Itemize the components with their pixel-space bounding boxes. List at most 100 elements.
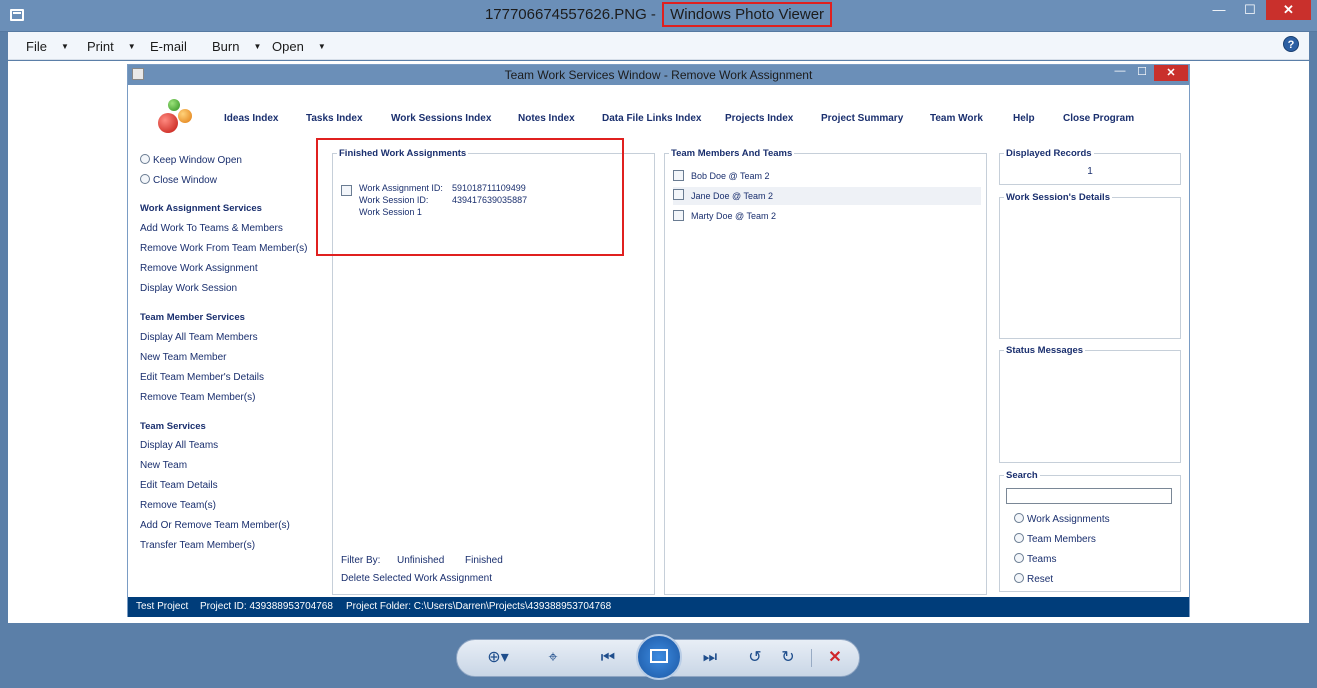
add-work-to-teams-link[interactable]: Add Work To Teams & Members bbox=[140, 223, 283, 234]
search-input[interactable] bbox=[1006, 488, 1172, 504]
add-or-remove-team-members-link[interactable]: Add Or Remove Team Member(s) bbox=[140, 520, 290, 531]
delete-selected-work-assignment-link[interactable]: Delete Selected Work Assignment bbox=[341, 573, 492, 584]
remove-work-assignment-link[interactable]: Remove Work Assignment bbox=[140, 263, 258, 274]
photo-viewer-toolbar: ⊕▾ ⌖ ⏮ ⏭ ↺ ↻ ✕ bbox=[0, 623, 1317, 688]
displayed-records-value: 1 bbox=[1087, 166, 1093, 177]
zoom-icon[interactable]: ⊕▾ bbox=[483, 646, 513, 670]
screen-icon bbox=[650, 649, 668, 663]
display-all-team-members-link[interactable]: Display All Team Members bbox=[140, 332, 258, 343]
remove-team-members-link[interactable]: Remove Team Member(s) bbox=[140, 392, 255, 403]
menu-open-label: Open bbox=[272, 39, 304, 54]
member-checkbox[interactable] bbox=[673, 189, 684, 200]
logo-red-ball bbox=[158, 113, 178, 133]
work-session-details-panel: Work Session's Details bbox=[999, 192, 1181, 339]
filter-unfinished-link[interactable]: Unfinished bbox=[397, 555, 444, 566]
chevron-down-icon: ▼ bbox=[253, 42, 262, 51]
member-row[interactable]: Marty Doe @ Team 2 bbox=[673, 208, 981, 226]
slideshow-icon[interactable] bbox=[636, 634, 682, 680]
menu-email-label: E-mail bbox=[150, 39, 187, 54]
close-button[interactable]: ✕ bbox=[1266, 0, 1311, 20]
app-minimize-button[interactable]: — bbox=[1112, 65, 1128, 81]
edit-team-details-link[interactable]: Edit Team Details bbox=[140, 480, 218, 491]
nav-ideas-index[interactable]: Ideas Index bbox=[224, 113, 278, 124]
nav-projects-index[interactable]: Projects Index bbox=[725, 113, 793, 124]
new-team-member-link[interactable]: New Team Member bbox=[140, 352, 227, 363]
actual-size-icon[interactable]: ⌖ bbox=[541, 646, 565, 670]
transfer-team-members-link[interactable]: Transfer Team Member(s) bbox=[140, 540, 255, 551]
status-messages-legend: Status Messages bbox=[1004, 345, 1086, 356]
logo-green-ball bbox=[168, 99, 180, 111]
nav-notes-index[interactable]: Notes Index bbox=[518, 113, 575, 124]
next-icon[interactable]: ⏭ bbox=[693, 646, 727, 670]
search-teams-radio[interactable]: Teams bbox=[1014, 553, 1056, 565]
delete-icon[interactable]: ✕ bbox=[823, 646, 847, 670]
remove-teams-link[interactable]: Remove Team(s) bbox=[140, 500, 216, 511]
team-member-services-heading: Team Member Services bbox=[140, 312, 245, 323]
member-checkbox[interactable] bbox=[673, 170, 684, 181]
menu-file-label: File bbox=[26, 39, 47, 54]
help-icon[interactable]: ? bbox=[1283, 36, 1299, 52]
radio-icon bbox=[1014, 573, 1024, 583]
nav-data-file-links-index[interactable]: Data File Links Index bbox=[602, 113, 701, 124]
close-window-label: Close Window bbox=[153, 175, 217, 186]
menu-open[interactable]: Open ▼ bbox=[272, 39, 326, 54]
team-work-window: Team Work Services Window - Remove Work … bbox=[127, 64, 1190, 617]
highlight-box bbox=[316, 138, 624, 256]
app-titlebar: Team Work Services Window - Remove Work … bbox=[128, 65, 1189, 85]
display-all-teams-link[interactable]: Display All Teams bbox=[140, 440, 218, 451]
search-work-assignments-radio[interactable]: Work Assignments bbox=[1014, 513, 1110, 525]
app-title: Team Work Services Window - Remove Work … bbox=[504, 68, 813, 82]
photo-viewer-menubar: File ▼ Print ▼ E-mail Burn ▼ Open ▼ ? bbox=[8, 32, 1309, 60]
search-reset-radio[interactable]: Reset bbox=[1014, 573, 1053, 585]
minimize-button[interactable]: — bbox=[1206, 0, 1232, 20]
rotate-counterclockwise-icon[interactable]: ↺ bbox=[744, 646, 766, 670]
nav-tasks-index[interactable]: Tasks Index bbox=[306, 113, 363, 124]
status-project-id: Project ID: 439388953704768 bbox=[200, 601, 333, 612]
close-window-radio[interactable]: Close Window bbox=[140, 174, 217, 186]
member-label: Bob Doe @ Team 2 bbox=[691, 171, 770, 181]
menu-print[interactable]: Print ▼ bbox=[87, 39, 136, 54]
logo-orange-ball bbox=[178, 109, 192, 123]
member-label: Marty Doe @ Team 2 bbox=[691, 211, 776, 221]
menu-print-label: Print bbox=[87, 39, 114, 54]
search-legend: Search bbox=[1004, 470, 1040, 481]
member-row[interactable]: Jane Doe @ Team 2 bbox=[673, 187, 981, 205]
title-separator: - bbox=[646, 6, 661, 23]
member-checkbox[interactable] bbox=[673, 210, 684, 221]
previous-icon[interactable]: ⏮ bbox=[591, 646, 625, 670]
search-team-members-radio[interactable]: Team Members bbox=[1014, 533, 1096, 545]
remove-work-from-team-member-link[interactable]: Remove Work From Team Member(s) bbox=[140, 243, 307, 254]
radio-icon bbox=[1014, 513, 1024, 523]
work-assignment-services-heading: Work Assignment Services bbox=[140, 203, 262, 214]
rotate-clockwise-icon[interactable]: ↻ bbox=[777, 646, 799, 670]
member-row[interactable]: Bob Doe @ Team 2 bbox=[673, 168, 981, 186]
display-work-session-link[interactable]: Display Work Session bbox=[140, 283, 237, 294]
keep-window-open-radio[interactable]: Keep Window Open bbox=[140, 154, 242, 166]
toolbar-pill: ⊕▾ ⌖ ⏮ ⏭ ↺ ↻ ✕ bbox=[456, 634, 860, 680]
nav-work-sessions-index[interactable]: Work Sessions Index bbox=[391, 113, 491, 124]
menu-burn-label: Burn bbox=[212, 39, 240, 54]
radio-icon bbox=[140, 154, 150, 164]
toolbar-divider bbox=[811, 649, 812, 667]
team-members-and-teams-legend: Team Members And Teams bbox=[669, 148, 795, 159]
filter-by-label: Filter By: bbox=[341, 555, 381, 566]
team-services-heading: Team Services bbox=[140, 421, 206, 432]
app-close-button[interactable]: ✕ bbox=[1154, 65, 1188, 81]
radio-icon bbox=[1014, 533, 1024, 543]
new-team-link[interactable]: New Team bbox=[140, 460, 187, 471]
photo-viewer-titlebar: 177706674557626.PNG - Windows Photo View… bbox=[0, 0, 1317, 32]
nav-help[interactable]: Help bbox=[1013, 113, 1035, 124]
search-option-label: Reset bbox=[1027, 574, 1054, 585]
menu-burn[interactable]: Burn ▼ bbox=[212, 39, 261, 54]
nav-close-program[interactable]: Close Program bbox=[1063, 113, 1134, 124]
displayed-records-panel: Displayed Records 1 bbox=[999, 148, 1181, 185]
nav-project-summary[interactable]: Project Summary bbox=[821, 113, 903, 124]
app-maximize-button[interactable]: ☐ bbox=[1134, 65, 1150, 81]
nav-team-work[interactable]: Team Work bbox=[930, 113, 983, 124]
displayed-records-legend: Displayed Records bbox=[1004, 148, 1094, 159]
menu-email[interactable]: E-mail bbox=[150, 39, 187, 54]
maximize-button[interactable]: ☐ bbox=[1237, 0, 1263, 20]
filter-finished-link[interactable]: Finished bbox=[465, 555, 503, 566]
edit-team-member-details-link[interactable]: Edit Team Member's Details bbox=[140, 372, 264, 383]
menu-file[interactable]: File ▼ bbox=[26, 39, 69, 54]
